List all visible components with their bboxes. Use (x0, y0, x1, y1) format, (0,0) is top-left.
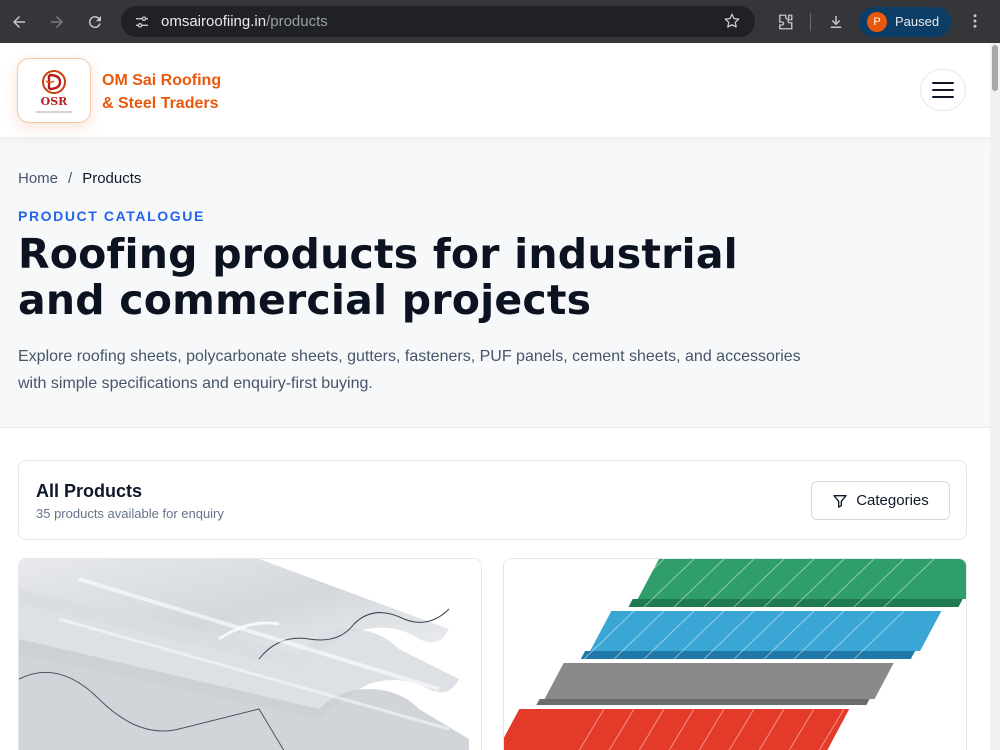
page-title-line-2: and commercial projects (18, 276, 592, 324)
url-host: omsairoofiing.in (161, 13, 267, 30)
product-image-clear-roofing-sheet (19, 559, 481, 750)
reload-button[interactable] (76, 0, 114, 43)
section-eyebrow: PRODUCT CATALOGUE (18, 208, 205, 224)
back-arrow-icon (13, 15, 25, 28)
profile-paused-button[interactable]: P Paused (859, 6, 952, 37)
page-title-line-1: Roofing products for industrial (18, 230, 738, 278)
back-button[interactable] (0, 0, 38, 43)
forward-arrow-icon (51, 15, 63, 28)
breadcrumb-separator: / (68, 170, 73, 187)
browser-toolbar: omsairoofiing.in/products P Paused (0, 0, 1000, 43)
webpage: OSR OM Sai Roofing & Steel Traders Home … (0, 43, 990, 750)
page-description: Explore roofing sheets, polycarbonate sh… (18, 348, 801, 392)
logo-text: OSR (40, 94, 68, 108)
categories-button[interactable]: Categories (811, 481, 950, 520)
products-toolbar: All Products 35 products available for e… (18, 460, 967, 540)
site-header: OSR OM Sai Roofing & Steel Traders (0, 43, 990, 137)
hamburger-icon-bar (932, 96, 954, 98)
site-logo[interactable]: OSR (17, 58, 91, 123)
products-heading: All Products (36, 481, 143, 501)
breadcrumb: Home / Products (18, 170, 141, 187)
page-hero: Home / Products PRODUCT CATALOGUE Roofin… (0, 137, 990, 428)
url-path: /products (266, 13, 328, 30)
product-card[interactable] (18, 558, 482, 750)
bookmark-star-icon[interactable] (723, 12, 741, 34)
logo-tagline-rule (36, 110, 72, 113)
page-title: Roofing products for industrial and comm… (18, 231, 918, 323)
brand-line-2: & Steel Traders (102, 95, 219, 112)
more-vert-icon[interactable] (966, 12, 984, 34)
page-scrollbar[interactable] (990, 43, 1000, 750)
products-count: 35 products available for enquiry (36, 506, 224, 521)
download-icon[interactable] (819, 5, 853, 39)
brand-name[interactable]: OM Sai Roofing & Steel Traders (102, 69, 221, 115)
forward-button[interactable] (38, 0, 76, 43)
extensions-icon[interactable] (768, 5, 802, 39)
hamburger-icon (932, 82, 954, 84)
menu-button[interactable] (920, 69, 966, 111)
filter-icon (833, 494, 847, 508)
logo-emblem-icon (42, 69, 66, 94)
toolbar-divider (810, 12, 811, 31)
product-image-polycarbonate-sheets (504, 559, 966, 750)
profile-avatar: P (867, 11, 887, 32)
scrollbar-thumb[interactable] (992, 45, 998, 91)
categories-label: Categories (856, 492, 929, 509)
breadcrumb-current: Products (82, 170, 142, 187)
brand-line-1: OM Sai Roofing (102, 72, 222, 89)
product-card[interactable] (503, 558, 967, 750)
breadcrumb-home-link[interactable]: Home (18, 170, 58, 187)
reload-icon (88, 15, 101, 28)
address-bar[interactable]: omsairoofiing.in/products (121, 6, 755, 37)
profile-status: Paused (895, 14, 940, 29)
hamburger-icon-bar (932, 89, 954, 91)
site-settings-icon[interactable] (125, 14, 159, 30)
url-text: omsairoofiing.in/products (161, 13, 328, 30)
